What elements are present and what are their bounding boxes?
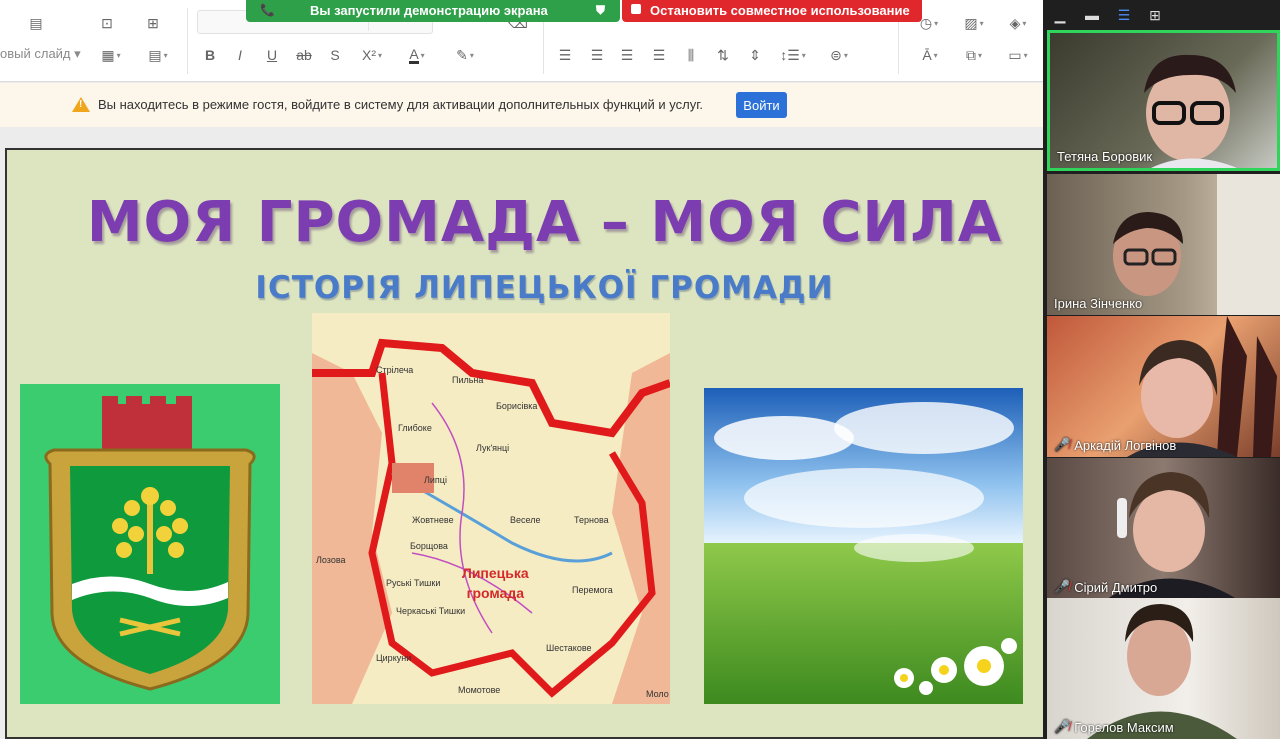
slide-title: МОЯ ГРОМАДА – МОЯ СИЛА — [86, 190, 1003, 255]
panel-controls: ▁ ▬ ☰ ⊞ — [1043, 0, 1280, 30]
new-slide-button[interactable]: овый слайд ▾ — [0, 46, 81, 62]
participant-video — [1087, 604, 1237, 739]
participants-panel: ▁ ▬ ☰ ⊞ Тетяна Боровик Ірина Зінченко 🎤̸… — [1043, 0, 1280, 739]
region-map-image: Стрілеча Пильна Борисівка Глибоке Лук'ян… — [312, 313, 670, 704]
participant-tile[interactable]: 🎤̸ Аркадій Логвінов — [1047, 316, 1280, 457]
paragraph-spacing-icon[interactable]: ⇕ — [744, 44, 766, 66]
participant-video — [1113, 174, 1280, 315]
arrange-icon[interactable]: ⧉ ▾ — [958, 44, 990, 66]
bold-button[interactable]: B — [200, 44, 220, 66]
align-center-icon[interactable]: ☰ — [586, 44, 608, 66]
insert-image-icon[interactable]: ⊡ — [96, 12, 118, 34]
minimize-icon[interactable]: ▁ — [1051, 6, 1069, 24]
mic-muted-icon: 🎤̸ — [1054, 437, 1071, 452]
participant-name: Сірий Дмитро — [1074, 579, 1158, 595]
presentation-editor: ▤ овый слайд ▾ ⊡ ▦ ▾ ⊞ ▤ ▾ B I U ab S X² ▾ … — [0, 0, 1043, 739]
participant-video — [1107, 472, 1237, 599]
participant-tile[interactable]: 🎤̸ Сірий Дмитро — [1047, 458, 1280, 599]
underline-button[interactable]: U — [262, 44, 282, 66]
slide-canvas[interactable]: МОЯ ГРОМАДА – МОЯ СИЛА ІСТОРІЯ ЛИПЕЦЬКОЇ… — [5, 148, 1043, 739]
warning-icon: ! — [72, 97, 90, 112]
superscript-button[interactable]: X² ▾ — [356, 44, 388, 66]
strip-view-icon[interactable]: ☰ — [1115, 6, 1133, 24]
columns-icon[interactable]: ⫼ — [680, 44, 702, 66]
participant-tile[interactable]: Тетяна Боровик — [1047, 30, 1280, 171]
participant-name: Ірина Зінченко — [1054, 296, 1143, 311]
insert-shape-icon[interactable]: ⊞ — [142, 12, 164, 34]
new-slide-icon[interactable]: ▤ — [22, 12, 50, 34]
guest-notice: ! Вы находитесь в режиме гостя, войдите … — [0, 83, 1043, 127]
line-spacing-icon[interactable]: ↕☰ ▾ — [776, 44, 810, 66]
strikethrough-button[interactable]: ab — [293, 44, 315, 66]
guest-message: Вы находитесь в режиме гостя, войдите в … — [98, 97, 704, 112]
fill-icon[interactable]: ◈ ▾ — [1002, 12, 1034, 34]
justify-icon[interactable]: ☰ — [648, 44, 670, 66]
align-left-icon[interactable]: ☰ — [554, 44, 576, 66]
layout-icon[interactable]: ▦ ▾ — [96, 44, 126, 66]
participant-video — [1127, 316, 1277, 457]
shadow-button[interactable]: S — [325, 44, 345, 66]
indent-icon[interactable]: ⇅ — [712, 44, 734, 66]
stop-share-button[interactable]: Остановить совместное использование — [622, 0, 922, 22]
mic-muted-icon: 🎤̸ — [1054, 579, 1071, 594]
participant-tile[interactable]: Ірина Зінченко — [1047, 174, 1280, 315]
slide-subtitle: ІСТОРІЯ ЛИПЕЦЬКОЇ ГРОМАДИ — [255, 270, 834, 306]
stop-icon — [631, 4, 641, 14]
single-view-icon[interactable]: ▬ — [1083, 6, 1101, 24]
region-label: Липецька громада — [462, 565, 529, 601]
shield-icon: ⛊ — [596, 3, 606, 17]
outline-icon[interactable]: ▭ ▾ — [1002, 44, 1034, 66]
participant-tile[interactable]: 🎤̸ Горєлов Максим — [1047, 598, 1280, 739]
participant-name: Аркадій Логвінов — [1074, 437, 1177, 453]
participant-name: Тетяна Боровик — [1057, 149, 1153, 164]
font-color-icon[interactable]: A ▾ — [400, 44, 434, 66]
highlight-icon[interactable]: ✎ ▾ — [448, 44, 482, 66]
align-right-icon[interactable]: ☰ — [616, 44, 638, 66]
text-box-icon[interactable]: Ā ▾ — [914, 44, 946, 66]
phone-icon: 📞 — [260, 3, 275, 17]
picture-icon[interactable]: ▨ ▾ — [958, 12, 990, 34]
screen-share-banner: 📞 Вы запустили демонстрацию экрана ⛊ — [246, 0, 620, 22]
login-button[interactable]: Войти — [736, 92, 787, 118]
coat-of-arms-image — [20, 384, 280, 704]
italic-button[interactable]: I — [230, 44, 250, 66]
text-direction-icon[interactable]: ⊜ ▾ — [822, 44, 856, 66]
grid-view-icon[interactable]: ⊞ — [1146, 6, 1164, 24]
mic-muted-icon: 🎤̸ — [1054, 719, 1071, 734]
landscape-image — [704, 388, 1023, 704]
slide-format-icon[interactable]: ▤ ▾ — [142, 44, 174, 66]
participant-name: Горєлов Максим — [1074, 719, 1174, 735]
share-status-label: Вы запустили демонстрацию экрана — [310, 3, 548, 18]
